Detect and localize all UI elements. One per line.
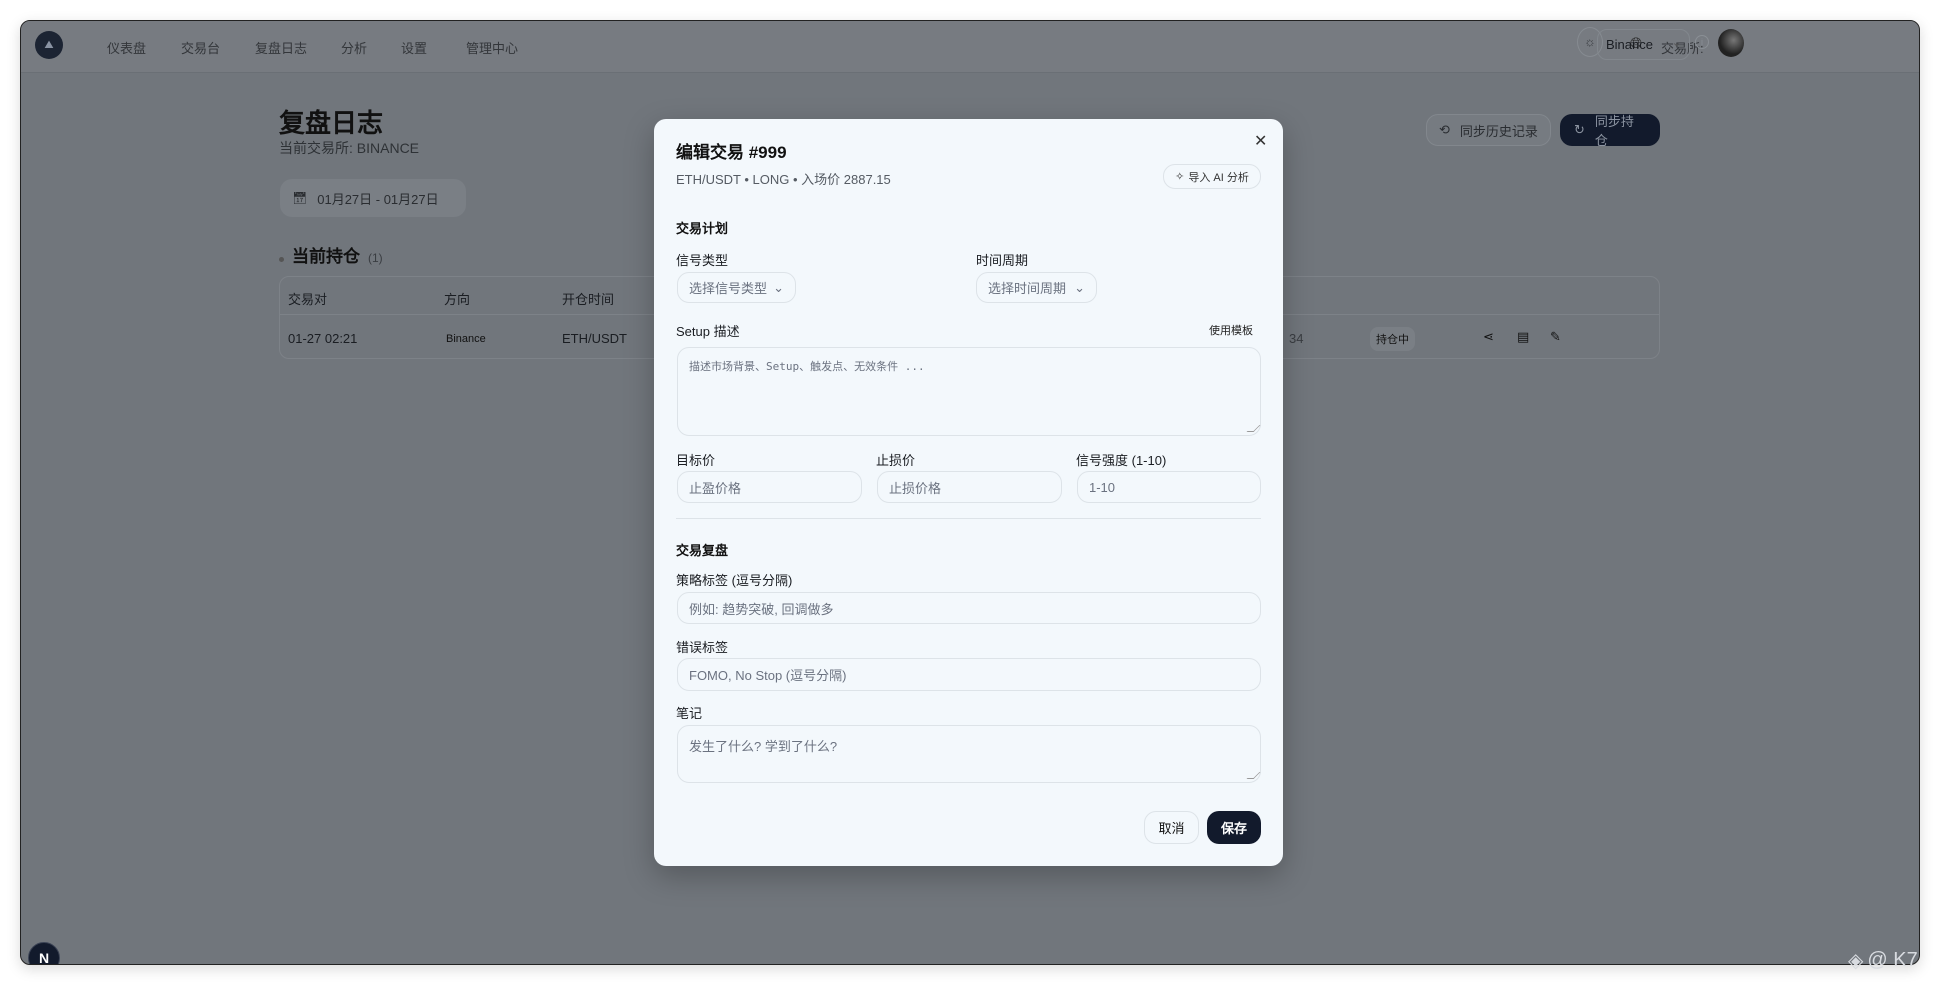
- strategy-tags-label: 策略标签 (逗号分隔): [676, 573, 793, 588]
- mistake-tags-input[interactable]: FOMO, No Stop (逗号分隔): [677, 658, 1261, 691]
- nav-review-journal[interactable]: 复盘日志: [255, 38, 307, 57]
- watermark: ◈ @ K7: [1848, 948, 1918, 973]
- col-pair: 交易对: [288, 292, 328, 307]
- dialog-title: 编辑交易 #999: [676, 143, 787, 162]
- target-price-label: 目标价: [676, 453, 716, 468]
- sync-history-label: 同步历史记录: [1459, 123, 1538, 139]
- refresh-icon: ↻: [1574, 122, 1585, 137]
- sync-positions-button[interactable]: ↻ 同步持仓: [1560, 114, 1660, 148]
- dot-icon: [279, 257, 284, 262]
- signal-type-select[interactable]: 选择信号类型 ⌄: [677, 272, 796, 303]
- chevron-down-icon: ⌄: [773, 279, 784, 295]
- positions-heading: 当前持仓 (1): [279, 242, 383, 267]
- dialog-subtitle: ETH/USDT • LONG • 入场价 2887.15: [676, 172, 891, 187]
- calendar-icon: 📅︎: [292, 191, 308, 205]
- stop-loss-input[interactable]: 止损价格: [877, 471, 1062, 503]
- top-nav: ⛰ 仪表盘 交易台 复盘日志 分析 设置 管理中心 ☼ 🌐︎ 交易所: Bina…: [21, 21, 1919, 73]
- signal-strength-placeholder: 1-10: [1089, 479, 1116, 495]
- target-price-input[interactable]: 止盈价格: [677, 471, 862, 503]
- setup-label: Setup 描述: [676, 324, 740, 339]
- history-icon: ⟲: [1439, 122, 1450, 137]
- edit-trade-dialog: 编辑交易 #999 ETH/USDT • LONG • 入场价 2887.15 …: [654, 119, 1283, 866]
- col-direction: 方向: [444, 292, 471, 307]
- notes-placeholder: 发生了什么? 学到了什么?: [689, 739, 838, 754]
- signal-type-placeholder: 选择信号类型: [689, 281, 768, 296]
- exchange-select[interactable]: Binance ⌄: [1597, 29, 1690, 60]
- row-value: 34: [1289, 331, 1304, 346]
- signal-strength-label: 信号强度 (1-10): [1076, 453, 1167, 468]
- signal-type-label: 信号类型: [676, 253, 729, 268]
- binance-logo-icon: ◈: [1848, 950, 1864, 972]
- signal-strength-input[interactable]: 1-10: [1077, 471, 1261, 503]
- nav-trading-desk[interactable]: 交易台: [181, 38, 220, 57]
- positions-title: 当前持仓: [292, 247, 360, 266]
- nav-admin-center[interactable]: 管理中心: [466, 38, 518, 57]
- mistake-tags-label: 错误标签: [676, 640, 729, 655]
- sun-icon: ☼: [1584, 34, 1596, 49]
- sync-history-button[interactable]: ⟲ 同步历史记录: [1426, 114, 1551, 146]
- sync-positions-label: 同步持仓: [1594, 114, 1634, 148]
- page-subtitle: 当前交易所: BINANCE: [279, 140, 420, 156]
- ai-button-label: 导入 AI 分析: [1188, 171, 1249, 184]
- nav-settings[interactable]: 设置: [401, 38, 427, 57]
- row-pair: ETH/USDT: [562, 331, 627, 346]
- setup-textarea[interactable]: 描述市场背景、Setup、触发点、无效条件 ...: [677, 347, 1261, 436]
- page-title: 复盘日志: [279, 108, 384, 138]
- use-template-link[interactable]: 使用模板: [1209, 322, 1253, 338]
- setup-placeholder: 描述市场背景、Setup、触发点、无效条件 ...: [689, 360, 925, 373]
- chevron-down-icon: ⌄: [1074, 279, 1085, 295]
- avatar[interactable]: [1718, 29, 1744, 57]
- nav-analysis[interactable]: 分析: [341, 38, 367, 57]
- chevron-down-icon: ⌄: [1671, 37, 1681, 49]
- stop-loss-placeholder: 止损价格: [889, 480, 942, 496]
- save-button[interactable]: 保存: [1207, 811, 1261, 844]
- mistake-tags-placeholder: FOMO, No Stop (逗号分隔): [689, 668, 847, 683]
- row-time: 01-27 02:21: [288, 331, 358, 346]
- info-icon[interactable]: i: [1695, 35, 1709, 49]
- positions-count: (1): [368, 251, 383, 265]
- sparkles-icon: ✧: [1175, 171, 1185, 183]
- watermark-text: @ K7: [1867, 949, 1918, 971]
- timeframe-select[interactable]: 选择时间周期 ⌄: [976, 272, 1097, 303]
- edit-icon[interactable]: ✎: [1550, 329, 1561, 345]
- share-icon[interactable]: ⋖: [1483, 329, 1494, 345]
- col-open-time: 开仓时间: [562, 292, 615, 307]
- next-badge[interactable]: N: [28, 942, 60, 964]
- import-ai-analysis-button[interactable]: ✧ 导入 AI 分析: [1163, 164, 1261, 189]
- cancel-button[interactable]: 取消: [1144, 811, 1199, 844]
- target-price-placeholder: 止盈价格: [689, 480, 742, 496]
- review-heading: 交易复盘: [676, 543, 729, 558]
- status-badge: 持仓中: [1370, 327, 1415, 351]
- timeframe-label: 时间周期: [976, 253, 1029, 268]
- nav-dashboard[interactable]: 仪表盘: [107, 38, 146, 57]
- exchange-value: Binance: [1606, 37, 1653, 52]
- close-icon[interactable]: ✕: [1254, 131, 1267, 151]
- strategy-tags-placeholder: 例如: 趋势突破, 回调做多: [689, 601, 834, 617]
- strategy-tags-input[interactable]: 例如: 趋势突破, 回调做多: [677, 592, 1261, 624]
- divider: [676, 518, 1261, 519]
- date-range-picker[interactable]: 📅︎ 01月27日 - 01月27日: [280, 179, 466, 217]
- date-range-value: 01月27日 - 01月27日: [317, 191, 439, 207]
- app-logo[interactable]: ⛰: [35, 31, 63, 59]
- timeframe-placeholder: 选择时间周期: [988, 281, 1067, 296]
- plan-heading: 交易计划: [676, 221, 729, 236]
- stop-loss-label: 止损价: [876, 453, 916, 468]
- notes-textarea[interactable]: 发生了什么? 学到了什么?: [677, 725, 1261, 783]
- notes-label: 笔记: [676, 706, 703, 721]
- row-exchange: Binance: [446, 333, 486, 345]
- notes-icon[interactable]: ▤: [1517, 329, 1529, 345]
